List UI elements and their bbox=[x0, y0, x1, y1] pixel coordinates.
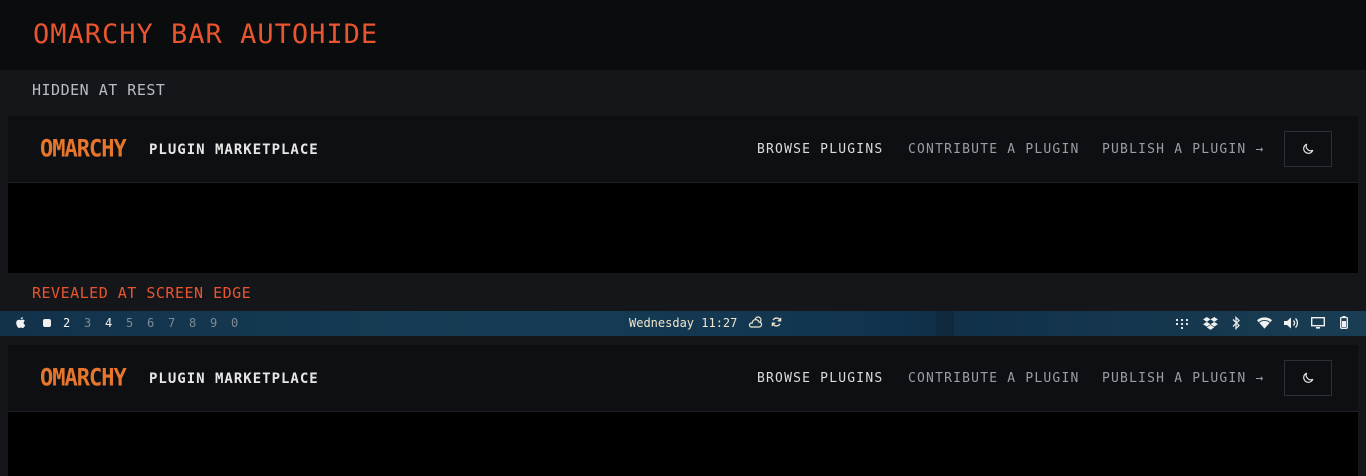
wifi-icon[interactable] bbox=[1257, 317, 1272, 332]
workspace-9[interactable]: 9 bbox=[210, 316, 217, 330]
apple-icon[interactable] bbox=[14, 315, 28, 333]
bluetooth-icon[interactable] bbox=[1232, 315, 1241, 333]
omarchy-logo[interactable]: OMARCHY bbox=[40, 135, 127, 166]
nav-browse-plugins[interactable]: BROWSE PLUGINS bbox=[757, 141, 883, 159]
apps-grid-icon[interactable] bbox=[1176, 318, 1188, 332]
section-label-hidden: HIDDEN AT REST bbox=[32, 81, 166, 99]
dropbox-icon[interactable] bbox=[1203, 317, 1218, 333]
nav-contribute-plugin[interactable]: CONTRIBUTE A PLUGIN bbox=[908, 141, 1080, 159]
brand-label[interactable]: PLUGIN MARKETPLACE bbox=[149, 141, 319, 159]
nav-publish-plugin[interactable]: PUBLISH A PLUGIN → bbox=[1102, 370, 1264, 388]
workspace-8[interactable]: 8 bbox=[189, 316, 196, 330]
theme-toggle-button[interactable] bbox=[1284, 360, 1332, 396]
page-title: OMARCHY BAR AUTOHIDE bbox=[33, 19, 379, 50]
workspace-0[interactable]: 0 bbox=[231, 316, 238, 330]
header-bar: OMARCHY BAR AUTOHIDE bbox=[0, 0, 1366, 70]
preview-hidden: OMARCHY PLUGIN MARKETPLACE BROWSE PLUGIN… bbox=[8, 116, 1358, 273]
preview-revealed: OMARCHY PLUGIN MARKETPLACE BROWSE PLUGIN… bbox=[8, 345, 1358, 476]
workspace-3[interactable]: 3 bbox=[84, 316, 91, 330]
sync-icon[interactable] bbox=[771, 316, 782, 331]
moon-icon bbox=[1303, 143, 1314, 154]
brand-label[interactable]: PLUGIN MARKETPLACE bbox=[149, 370, 319, 388]
workspace-7[interactable]: 7 bbox=[168, 316, 175, 330]
omarchy-logo[interactable]: OMARCHY bbox=[40, 364, 127, 395]
section-label-revealed: REVEALED AT SCREEN EDGE bbox=[32, 284, 252, 302]
wallpaper-detail bbox=[936, 311, 954, 336]
battery-icon[interactable] bbox=[1340, 316, 1348, 332]
workspace-2[interactable]: 2 bbox=[63, 316, 70, 330]
site-navbar: OMARCHY PLUGIN MARKETPLACE BROWSE PLUGIN… bbox=[8, 345, 1358, 412]
moon-icon bbox=[1303, 372, 1314, 383]
weather-partly-cloudy-icon[interactable] bbox=[748, 315, 764, 332]
workspace-1-indicator[interactable] bbox=[43, 319, 51, 327]
clock[interactable]: Wednesday 11:27 bbox=[629, 316, 737, 330]
workspace-4[interactable]: 4 bbox=[105, 316, 112, 330]
workspace-5[interactable]: 5 bbox=[126, 316, 133, 330]
nav-browse-plugins[interactable]: BROWSE PLUGINS bbox=[757, 370, 883, 388]
display-icon[interactable] bbox=[1310, 316, 1326, 332]
volume-icon[interactable] bbox=[1284, 317, 1300, 332]
site-navbar: OMARCHY PLUGIN MARKETPLACE BROWSE PLUGIN… bbox=[8, 116, 1358, 183]
workspace-6[interactable]: 6 bbox=[147, 316, 154, 330]
theme-toggle-button[interactable] bbox=[1284, 131, 1332, 167]
nav-contribute-plugin[interactable]: CONTRIBUTE A PLUGIN bbox=[908, 370, 1080, 388]
nav-publish-plugin[interactable]: PUBLISH A PLUGIN → bbox=[1102, 141, 1264, 159]
waybar: 2 3 4 5 6 7 8 9 0 Wednesday 11:27 bbox=[0, 311, 1366, 336]
